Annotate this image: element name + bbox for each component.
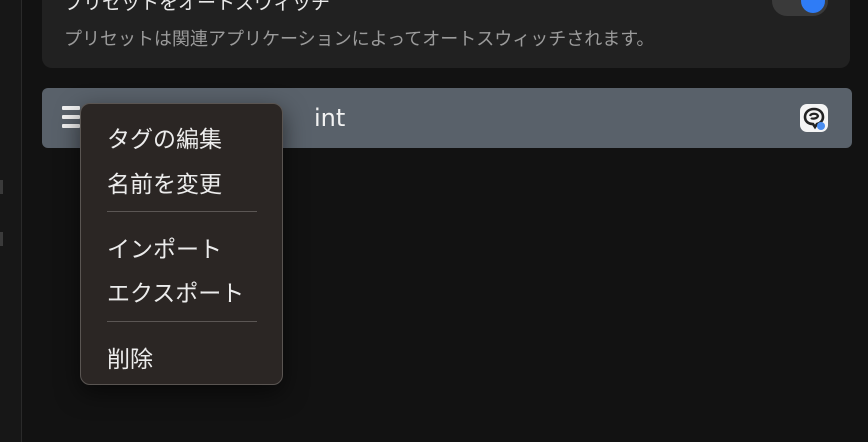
left-sidebar-edge xyxy=(0,0,22,442)
menu-item-delete[interactable]: 削除 xyxy=(107,340,153,374)
auto-switch-toggle[interactable] xyxy=(772,0,828,16)
menu-item-export[interactable]: エクスポート xyxy=(107,274,244,308)
menu-item-rename[interactable]: 名前を変更 xyxy=(107,165,222,199)
menu-separator xyxy=(107,211,257,212)
preset-name-visible: int xyxy=(314,104,346,132)
clip-studio-paint-icon xyxy=(800,104,828,132)
hamburger-icon[interactable] xyxy=(62,106,80,128)
menu-item-edit-tags[interactable]: タグの編集 xyxy=(107,120,222,154)
menu-separator xyxy=(107,321,257,322)
context-menu: タグの編集 名前を変更 インポート エクスポート 削除 xyxy=(80,103,283,385)
sidebar-marker xyxy=(0,180,3,194)
toggle-knob xyxy=(801,0,825,13)
sidebar-marker xyxy=(0,232,3,246)
auto-switch-description: プリセットは関連アプリケーションによってオートスウィッチされます。 xyxy=(64,29,655,50)
menu-item-import[interactable]: インポート xyxy=(107,230,222,264)
auto-switch-setting-card: プリセットをオートスウィッチ プリセットは関連アプリケーションによってオートスウ… xyxy=(42,0,850,68)
auto-switch-title: プリセットをオートスウィッチ xyxy=(64,0,331,14)
